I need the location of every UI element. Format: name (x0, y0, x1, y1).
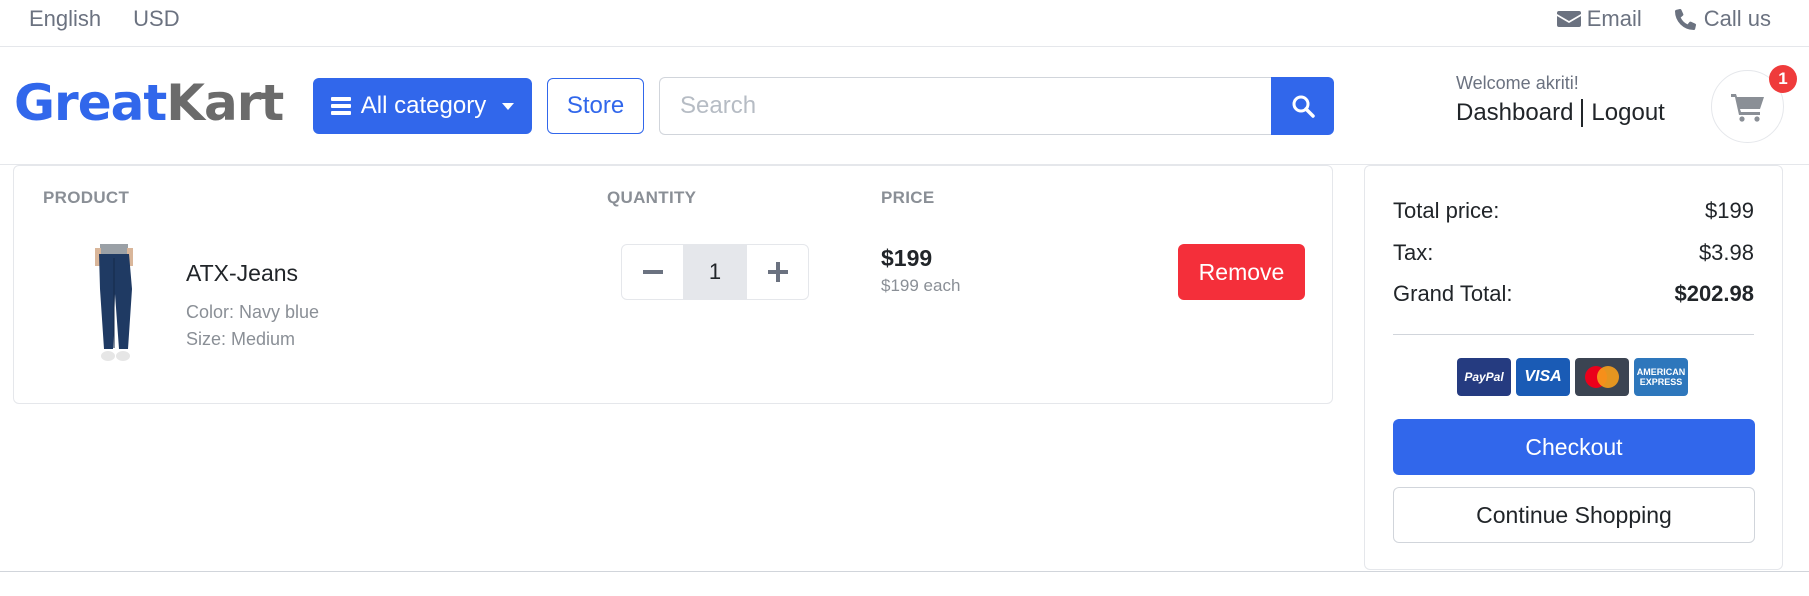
column-header-quantity: QUANTITY (607, 188, 697, 207)
link-divider (1581, 99, 1584, 127)
payment-methods: PayPal VISA AMERICAN EXPRESS (1457, 358, 1688, 396)
all-category-button[interactable]: All category (313, 78, 532, 134)
item-unit-price: $199 each (881, 276, 961, 295)
logo-part-kart: Kart (166, 74, 284, 132)
welcome-text: Welcome akriti! (1456, 73, 1579, 93)
dashboard-link[interactable]: Dashboard (1456, 99, 1573, 127)
continue-shopping-button[interactable]: Continue Shopping (1393, 487, 1755, 543)
search-input[interactable] (659, 77, 1271, 135)
all-category-label: All category (360, 92, 487, 119)
tax-label: Tax: (1393, 240, 1434, 265)
decrease-quantity-button[interactable] (621, 244, 684, 300)
total-price-value: $199 (1705, 198, 1754, 223)
language-selector[interactable]: English (29, 6, 101, 32)
checkout-button[interactable]: Checkout (1393, 419, 1755, 475)
total-price-row: Total price: $199 (1393, 198, 1754, 224)
email-link[interactable]: Email (1556, 6, 1642, 32)
visa-icon: VISA (1516, 358, 1570, 396)
top-utility-bar: English USD Email Call us (0, 0, 1809, 47)
cart-count-badge: 1 (1769, 65, 1797, 93)
order-summary-card: Total price: $199 Tax: $3.98 Grand Total… (1364, 165, 1783, 570)
caret-down-icon (502, 102, 515, 110)
shopping-cart-icon (1730, 93, 1764, 122)
logo-part-great: Great (14, 74, 167, 132)
envelope-icon (1556, 11, 1581, 27)
quantity-stepper: 1 (621, 244, 809, 300)
account-links: Dashboard Logout (1456, 99, 1665, 127)
search-icon (1292, 95, 1315, 118)
cart-items-card: PRODUCT QUANTITY PRICE ATX-Jeans Color: … (13, 165, 1333, 404)
item-price: $199 (881, 245, 933, 271)
store-button[interactable]: Store (547, 78, 644, 134)
logout-link[interactable]: Logout (1591, 99, 1664, 127)
phone-icon (1674, 8, 1696, 30)
search-button[interactable] (1271, 77, 1334, 135)
quantity-value[interactable]: 1 (684, 244, 746, 300)
product-image[interactable] (74, 244, 154, 366)
tax-value: $3.98 (1698, 240, 1754, 265)
call-label: Call us (1703, 6, 1771, 31)
menu-icon (330, 97, 351, 115)
locale-group: English USD (29, 6, 180, 32)
email-label: Email (1586, 6, 1642, 31)
product-name[interactable]: ATX-Jeans (186, 260, 298, 287)
paypal-icon: PayPal (1457, 358, 1511, 396)
grand-total-value: $202.98 (1674, 281, 1754, 306)
summary-divider (1393, 334, 1754, 335)
increase-quantity-button[interactable] (746, 244, 809, 300)
remove-item-button[interactable]: Remove (1178, 244, 1305, 300)
minus-icon (642, 270, 663, 274)
brand-logo[interactable]: GreatKart (14, 74, 284, 132)
grand-total-row: Grand Total: $202.98 (1393, 281, 1754, 307)
amex-icon: AMERICAN EXPRESS (1634, 358, 1688, 396)
search-form (659, 77, 1334, 135)
page-divider (0, 571, 1809, 572)
tax-row: Tax: $3.98 (1393, 240, 1754, 266)
total-price-label: Total price: (1393, 198, 1500, 223)
product-color: Color: Navy blue (186, 302, 320, 322)
mastercard-icon (1575, 358, 1629, 396)
main-header: GreatKart All category Store Welcome akr… (0, 47, 1809, 165)
contact-group: Email Call us (1556, 6, 1771, 32)
column-header-product: PRODUCT (43, 188, 130, 207)
currency-selector[interactable]: USD (133, 6, 179, 32)
plus-icon (767, 262, 788, 282)
call-link[interactable]: Call us (1674, 6, 1771, 32)
column-header-price: PRICE (881, 188, 935, 207)
grand-total-label: Grand Total: (1393, 281, 1513, 306)
product-size: Size: Medium (186, 329, 296, 349)
